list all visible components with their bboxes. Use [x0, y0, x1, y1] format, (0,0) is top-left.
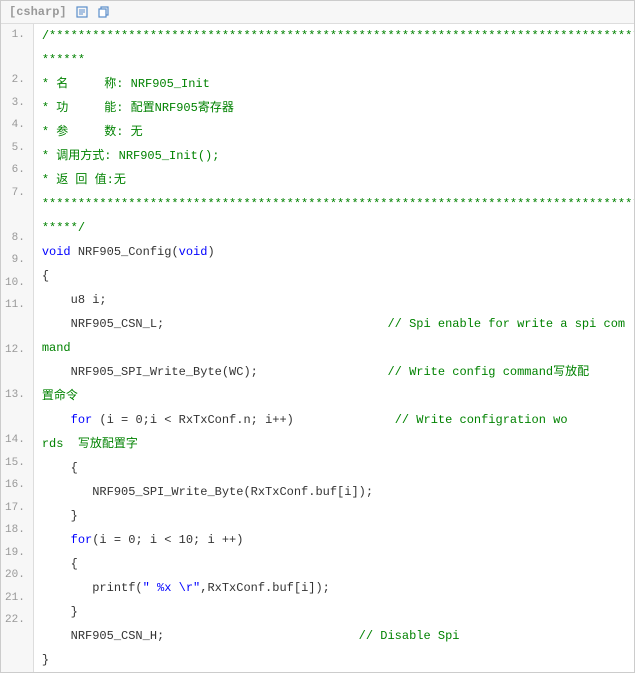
code-line: /***************************************…: [34, 24, 634, 48]
line-number: 2.: [1, 69, 33, 92]
code-line: * 返 回 值:无: [34, 168, 634, 192]
line-number: 14.: [1, 429, 33, 452]
code-line: ****************************************…: [34, 192, 634, 216]
code-line: * 功 能: 配置NRF905寄存器: [34, 96, 634, 120]
line-number: 16.: [1, 474, 33, 497]
line-number: 1.: [1, 24, 33, 47]
line-number: 19.: [1, 542, 33, 565]
code-header: [csharp]: [1, 1, 634, 24]
line-number: 18.: [1, 519, 33, 542]
line-number: 6.: [1, 159, 33, 182]
code-line: * 参 数: 无: [34, 120, 634, 144]
line-number: 17.: [1, 497, 33, 520]
code-line: NRF905_CSN_H; // Disable Spi: [34, 624, 634, 648]
line-number: 9.: [1, 249, 33, 272]
code-line: 置命令: [34, 384, 634, 408]
view-plain-icon[interactable]: [75, 5, 89, 19]
line-number: 15.: [1, 452, 33, 475]
code-line: u8 i;: [34, 288, 634, 312]
code-line: ******: [34, 48, 634, 72]
line-number: 7.: [1, 182, 33, 205]
code-line: NRF905_SPI_Write_Byte(RxTxConf.buf[i]);: [34, 480, 634, 504]
line-number: 22.: [1, 609, 33, 632]
line-number: 3.: [1, 92, 33, 115]
line-number: 8.: [1, 227, 33, 250]
line-gutter: 1..2.3.4.5.6.7..8.9.10.11..12..13..14.15…: [1, 24, 34, 672]
code-line: rds 写放配置字: [34, 432, 634, 456]
copy-icon[interactable]: [97, 5, 111, 19]
code-line: }: [34, 600, 634, 624]
code-line: for(i = 0; i < 10; i ++): [34, 528, 634, 552]
code-line: NRF905_SPI_Write_Byte(WC); // Write conf…: [34, 360, 634, 384]
line-number: 21.: [1, 587, 33, 610]
code-line: mand: [34, 336, 634, 360]
code-area[interactable]: /***************************************…: [34, 24, 634, 672]
code-line: * 名 称: NRF905_Init: [34, 72, 634, 96]
code-block: [csharp] 1..2.3.4.5.6.7..8.9.10.11..12..…: [0, 0, 635, 673]
line-number: 5.: [1, 137, 33, 160]
line-number: 4.: [1, 114, 33, 137]
language-label: [csharp]: [9, 5, 67, 19]
code-line: NRF905_CSN_L; // Spi enable for write a …: [34, 312, 634, 336]
code-line: *****/: [34, 216, 634, 240]
code-line: * 调用方式: NRF905_Init();: [34, 144, 634, 168]
code-line: for (i = 0;i < RxTxConf.n; i++) // Write…: [34, 408, 634, 432]
line-number: 20.: [1, 564, 33, 587]
line-number: 10.: [1, 272, 33, 295]
code-line: {: [34, 456, 634, 480]
code-line: }: [34, 504, 634, 528]
code-line: }: [34, 648, 634, 672]
line-number: 12.: [1, 339, 33, 362]
code-line: {: [34, 552, 634, 576]
line-number: 13.: [1, 384, 33, 407]
line-number: 11.: [1, 294, 33, 317]
code-line: printf(" %x \r",RxTxConf.buf[i]);: [34, 576, 634, 600]
code-line: void NRF905_Config(void): [34, 240, 634, 264]
code-line: {: [34, 264, 634, 288]
code-body: 1..2.3.4.5.6.7..8.9.10.11..12..13..14.15…: [1, 24, 634, 672]
